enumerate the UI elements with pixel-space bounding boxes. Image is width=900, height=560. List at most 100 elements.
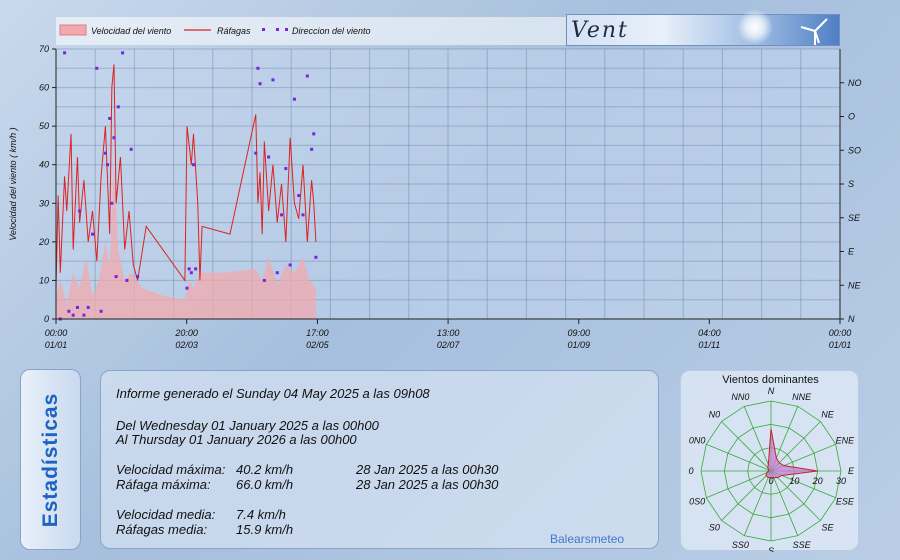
direction-point	[112, 136, 116, 140]
period-to-text: Al Thursday 01 January 2026 a las 00h00	[116, 432, 357, 447]
page-title: Vent	[571, 18, 629, 43]
rose-direction-label: N0	[709, 409, 721, 419]
wind-rose-chart: 0 10 20 30 N NNE NE ENE E ESE SE SSE S SS0 S0 0S0 0 0N0 N0…	[688, 386, 855, 552]
y2-tick-label: S	[848, 179, 854, 189]
statistics-panel: Informe generado el Sunday 04 May 2025 a…	[100, 370, 659, 549]
direction-point	[114, 275, 118, 279]
rose-direction-label: ESE	[836, 497, 855, 507]
rose-direction-label: S0	[709, 523, 720, 533]
direction-point	[275, 271, 279, 275]
direction-point	[189, 271, 193, 275]
rose-values	[765, 428, 818, 479]
direction-point	[258, 82, 262, 86]
rose-radial-label: 10	[789, 476, 799, 486]
direction-point	[267, 155, 271, 159]
x-tick-time: 00:00	[829, 328, 852, 338]
y-tick-label: 60	[39, 83, 49, 93]
x-tick-time: 09:00	[567, 328, 590, 338]
mean-speed-value: 7.4 km/h	[236, 507, 286, 522]
direction-point	[312, 132, 316, 136]
direction-point	[121, 51, 125, 55]
y-tick-label: 30	[39, 198, 49, 208]
legend-swatch-direction	[285, 28, 288, 31]
direction-point	[108, 116, 112, 120]
rose-spoke	[721, 421, 772, 472]
y2-tick-label: N	[848, 314, 855, 324]
direction-point	[254, 151, 258, 155]
direction-point	[314, 255, 318, 259]
statistics-tab[interactable]: Estadísticas	[20, 369, 81, 550]
direction-point	[136, 275, 140, 279]
direction-point	[95, 66, 99, 70]
x-tick-date: 01/09	[567, 340, 590, 350]
rose-direction-label: NNE	[792, 392, 812, 402]
rose-direction-label: 0S0	[689, 497, 705, 507]
mean-gust-label: Ráfagas media:	[116, 522, 208, 537]
rose-direction-label: N	[768, 386, 775, 396]
direction-point	[185, 286, 189, 290]
direction-point	[288, 263, 292, 267]
y-tick-label: 20	[38, 237, 49, 247]
direction-point	[284, 167, 288, 171]
max-gust-time: 28 Jan 2025 a las 00h30	[356, 477, 499, 492]
y2-tick-label: SE	[848, 213, 861, 223]
direction-point	[191, 163, 195, 167]
direction-point	[82, 313, 86, 317]
direction-point	[71, 313, 75, 317]
direction-point	[78, 209, 82, 213]
legend-swatch-wind	[59, 24, 87, 36]
x-tick-time: 20:00	[174, 328, 198, 338]
direction-point	[187, 267, 191, 271]
y-tick-label: 50	[39, 121, 49, 131]
y-tick-label: 10	[39, 275, 49, 285]
direction-point	[305, 74, 309, 78]
direction-point	[63, 51, 67, 55]
direction-point	[116, 105, 120, 109]
direction-point	[106, 163, 110, 167]
mean-speed-label: Velocidad media:	[116, 507, 216, 522]
rose-radial-label: 0	[768, 476, 773, 486]
direction-point	[256, 66, 260, 70]
chart-legend: Velocidad del viento Ráfagas Direccion del…	[56, 17, 566, 45]
direction-point	[129, 147, 133, 151]
legend-label-gusts: Ráfagas	[217, 26, 251, 36]
max-gust-value: 66.0 km/h	[236, 477, 294, 492]
rose-direction-label: E	[848, 466, 855, 476]
max-speed-time: 28 Jan 2025 a las 00h30	[356, 462, 499, 477]
wind-rose-panel: Vientos dominantes 0 10 20 30 N NNE NE ENE E ESE S…	[680, 370, 859, 552]
direction-point	[262, 278, 266, 282]
direction-point	[194, 267, 198, 271]
x-tick-time: 17:00	[306, 328, 329, 338]
rose-spoke	[721, 470, 772, 521]
legend-swatch-direction	[262, 28, 265, 31]
rose-direction-label: NE	[821, 409, 834, 419]
rose-direction-label: SE	[822, 523, 835, 533]
x-tick-time: 04:00	[698, 328, 721, 338]
statistics-tab-label: Estadísticas	[38, 392, 62, 527]
max-speed-value: 40.2 km/h	[236, 462, 294, 477]
y2-tick-label: NO	[848, 78, 862, 88]
rose-direction-label: SS0	[732, 540, 749, 550]
header-banner: Vent	[566, 9, 840, 46]
rose-direction-label: SSE	[793, 540, 812, 550]
direction-point	[297, 194, 301, 198]
direction-point	[271, 78, 275, 82]
report-generated-text: Informe generado el Sunday 04 May 2025 a…	[116, 386, 430, 401]
x-tick-date: 01/01	[829, 340, 852, 350]
y-tick-label: 40	[39, 160, 49, 170]
y2-tick-label: E	[848, 247, 855, 257]
direction-point	[91, 232, 95, 236]
chart-grid	[55, 48, 841, 320]
rose-direction-label: S	[768, 546, 774, 552]
max-gust-label: Ráfaga máxima:	[116, 477, 211, 492]
rose-direction-label: NN0	[731, 392, 749, 402]
sun-icon	[737, 9, 773, 45]
x-tick-time: 00:00	[45, 328, 68, 338]
rose-radial-label: 30	[836, 476, 846, 486]
y2-tick-label: NE	[848, 280, 861, 290]
legend-swatch-direction	[276, 28, 279, 31]
rose-direction-label: 0	[688, 466, 693, 476]
direction-point	[67, 309, 71, 313]
direction-point	[292, 97, 296, 101]
rose-radial-label: 20	[812, 476, 823, 486]
